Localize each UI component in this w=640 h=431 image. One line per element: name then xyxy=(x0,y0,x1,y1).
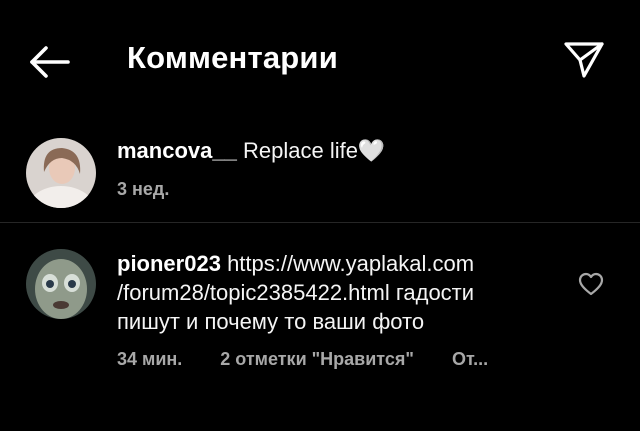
like-comment-button[interactable] xyxy=(577,270,605,298)
comment-line-3: пишут и почему то ваши фото xyxy=(117,309,425,334)
heart-icon xyxy=(578,272,604,296)
comment-timestamp: 34 мин. xyxy=(117,349,183,369)
comment-text: pioner023 https://www.yaplakal.com /foru… xyxy=(117,249,562,336)
comment-meta: 34 мин. 2 отметки "Нравится" От... xyxy=(117,349,488,370)
post-caption: mancova__ Replace life🤍 3 нед. xyxy=(0,124,640,223)
reply-button[interactable]: От... xyxy=(452,349,488,370)
caption-text: mancova__ Replace life🤍 xyxy=(117,136,617,165)
comment-username[interactable]: pioner023 xyxy=(117,251,221,276)
arrow-left-icon xyxy=(30,46,70,78)
paper-plane-icon xyxy=(564,42,604,78)
comment-line-1: pioner023 https://www.yaplakal.com xyxy=(117,249,562,278)
page-title: Комментарии xyxy=(127,40,338,75)
user-photo-icon xyxy=(26,138,96,208)
back-button[interactable] xyxy=(26,38,74,86)
user-photo-icon xyxy=(26,249,96,319)
share-button[interactable] xyxy=(562,38,606,82)
comment-likes-count[interactable]: 2 отметки "Нравится" xyxy=(220,349,414,370)
caption-username[interactable]: mancova__ xyxy=(117,138,237,163)
comment-link[interactable]: https://www.yaplakal.com xyxy=(227,251,474,276)
comment-line-2: /forum28/topic2385422.html гадости xyxy=(117,280,475,305)
app-header: Комментарии xyxy=(0,0,640,120)
comment-item: pioner023 https://www.yaplakal.com /foru… xyxy=(0,235,640,395)
caption-body: Replace life🤍 xyxy=(242,138,386,163)
avatar[interactable] xyxy=(26,138,96,208)
avatar[interactable] xyxy=(26,249,96,319)
caption-timestamp: 3 нед. xyxy=(117,179,170,199)
